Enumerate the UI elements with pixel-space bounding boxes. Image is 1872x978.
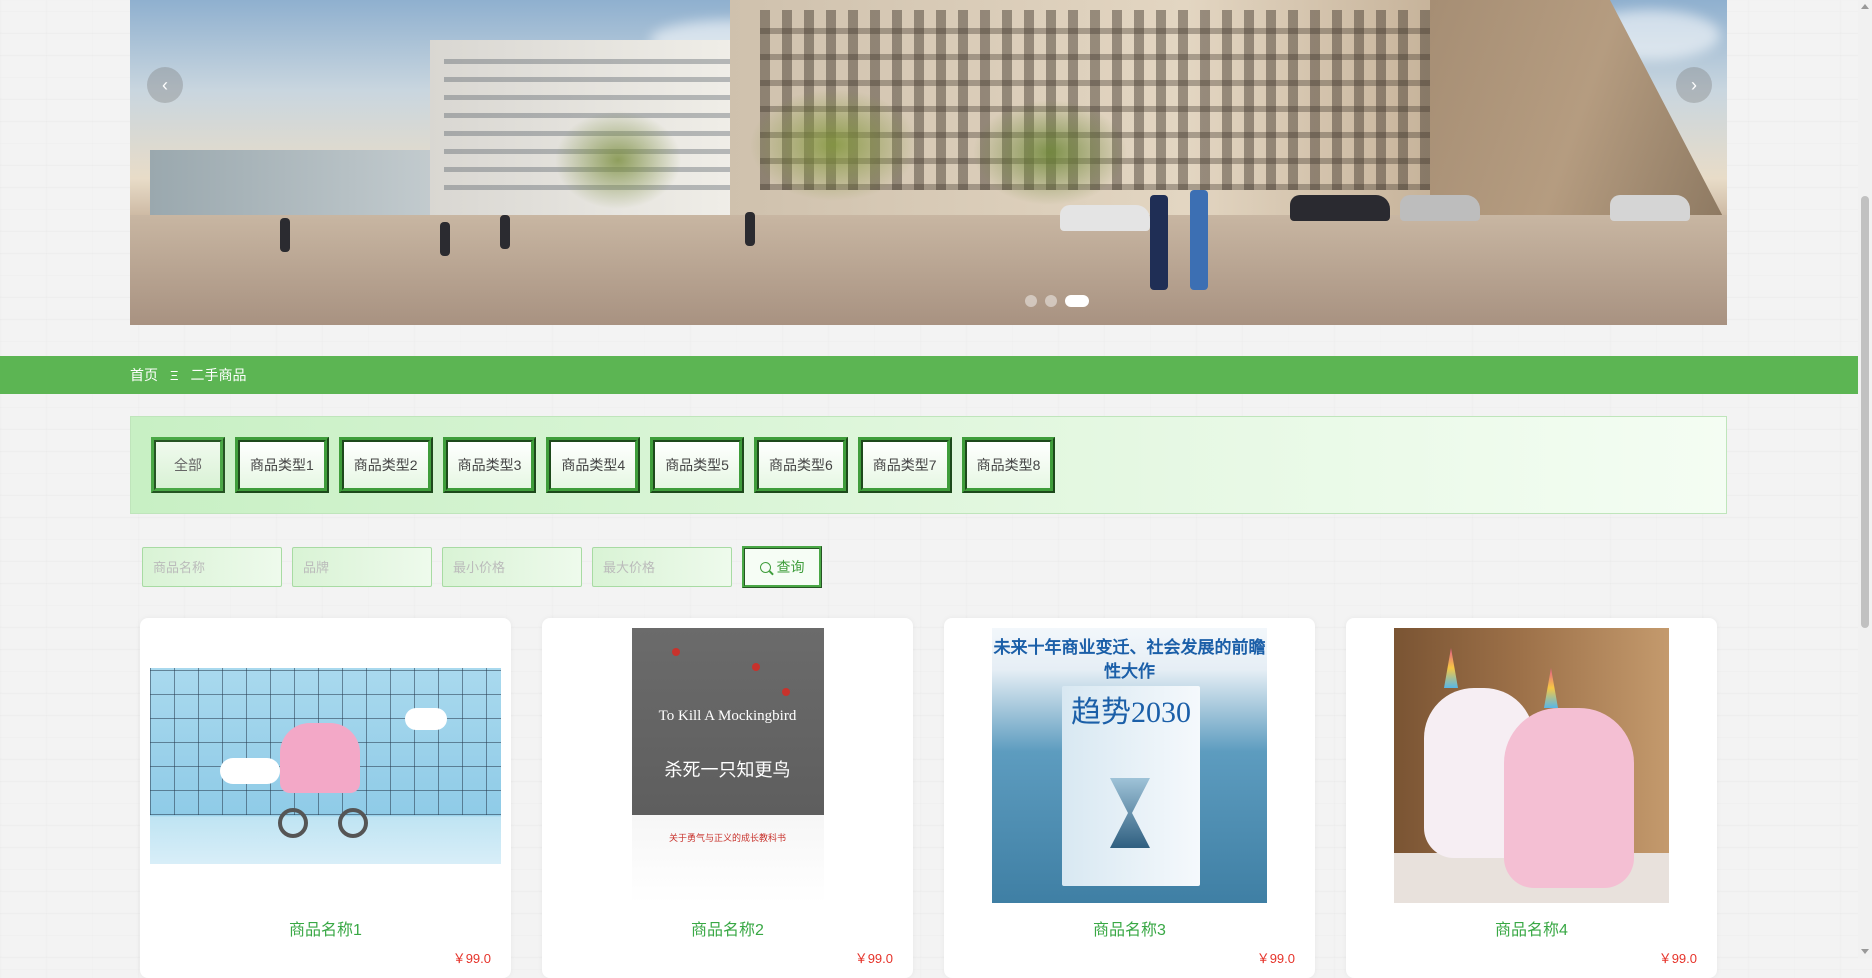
category-all-button[interactable]: 全部 bbox=[151, 437, 225, 493]
min-price-input[interactable] bbox=[442, 547, 582, 587]
wheel-shape bbox=[338, 807, 368, 838]
plaza-ground bbox=[130, 215, 1727, 325]
cloud-decoration bbox=[405, 707, 447, 730]
book-cover-note: 关于勇气与正义的成长教科书 bbox=[668, 833, 786, 843]
red-dot bbox=[671, 648, 680, 656]
breadcrumb-bar: 首页 Ξ 二手商品 bbox=[0, 356, 1858, 394]
breadcrumb-home-link[interactable]: 首页 bbox=[130, 365, 158, 385]
product-name[interactable]: 商品名称2 bbox=[542, 916, 913, 940]
product-card[interactable]: 商品名称4 ￥99.0 bbox=[1346, 618, 1717, 978]
product-name[interactable]: 商品名称4 bbox=[1346, 916, 1717, 940]
category-type6-button[interactable]: 商品类型6 bbox=[753, 437, 848, 493]
car bbox=[1060, 205, 1150, 231]
banner-carousel[interactable]: ‹ › bbox=[130, 0, 1727, 325]
category-type1-button[interactable]: 商品类型1 bbox=[235, 437, 329, 493]
carousel-next-button[interactable]: › bbox=[1676, 67, 1712, 103]
product-grid: 商品名称1 ￥99.0 To Kill A Mockingbird 杀死一只知更… bbox=[140, 618, 1717, 978]
search-button-label: 查询 bbox=[776, 559, 805, 575]
product-image[interactable] bbox=[1356, 628, 1707, 903]
horn-shape bbox=[1544, 668, 1558, 708]
category-type4-button[interactable]: 商品类型4 bbox=[546, 437, 641, 493]
category-filter-panel: 全部 商品类型1 商品类型2 商品类型3 商品类型4 商品类型5 商品类型6 商… bbox=[130, 416, 1727, 514]
product-card[interactable]: To Kill A Mockingbird 杀死一只知更鸟 关于勇气与正义的成长… bbox=[542, 618, 913, 978]
pink-unicorn-shape bbox=[1504, 708, 1634, 888]
book-cover-title: 趋势2030 bbox=[1071, 696, 1191, 729]
book-cover-title: To Kill A Mockingbird bbox=[658, 708, 797, 724]
car bbox=[1610, 195, 1690, 221]
category-type3-button[interactable]: 商品类型3 bbox=[442, 437, 537, 493]
carousel-dot[interactable] bbox=[1045, 295, 1057, 307]
carousel-dot[interactable] bbox=[1025, 295, 1037, 307]
chevron-right-icon: › bbox=[1691, 74, 1697, 95]
product-name[interactable]: 商品名称1 bbox=[140, 916, 511, 940]
baby-stroller-image bbox=[150, 667, 501, 864]
unicorn-plush-image bbox=[1394, 628, 1669, 903]
breadcrumb: 首页 Ξ 二手商品 bbox=[130, 365, 246, 385]
person bbox=[1150, 195, 1168, 290]
carousel-dot-active[interactable] bbox=[1065, 295, 1089, 307]
person bbox=[745, 212, 755, 246]
red-dot bbox=[751, 663, 760, 671]
product-image[interactable]: To Kill A Mockingbird 杀死一只知更鸟 关于勇气与正义的成长… bbox=[552, 628, 903, 903]
book-cover-headline: 未来十年商业变迁、社会发展的前瞻性大作 bbox=[993, 638, 1266, 681]
person bbox=[500, 215, 510, 249]
product-card[interactable]: 商品名称1 ￥99.0 bbox=[140, 618, 511, 978]
book-cover-image: 未来十年商业变迁、社会发展的前瞻性大作 趋势2030 bbox=[992, 628, 1267, 903]
chevron-left-icon: ‹ bbox=[162, 74, 168, 95]
category-type5-button[interactable]: 商品类型5 bbox=[650, 437, 744, 493]
category-type8-button[interactable]: 商品类型8 bbox=[961, 437, 1056, 493]
search-button[interactable]: 查询 bbox=[742, 546, 822, 588]
carousel-indicators bbox=[1025, 295, 1089, 307]
breadcrumb-current: 二手商品 bbox=[190, 367, 247, 383]
red-dot bbox=[781, 688, 790, 696]
person bbox=[1190, 190, 1208, 290]
building-far bbox=[150, 150, 450, 220]
product-name-input[interactable] bbox=[142, 547, 282, 587]
horn-shape bbox=[1444, 648, 1458, 688]
scrollbar-thumb[interactable] bbox=[1861, 196, 1869, 628]
wheel-shape bbox=[278, 807, 308, 838]
product-name[interactable]: 商品名称3 bbox=[944, 916, 1315, 940]
scroll-down-arrow-icon[interactable] bbox=[1861, 949, 1869, 954]
product-image[interactable]: 未来十年商业变迁、社会发展的前瞻性大作 趋势2030 bbox=[954, 628, 1305, 903]
carousel-prev-button[interactable]: ‹ bbox=[147, 67, 183, 103]
category-type2-button[interactable]: 商品类型2 bbox=[338, 437, 433, 493]
trees bbox=[510, 70, 1230, 220]
brand-input[interactable] bbox=[292, 547, 432, 587]
product-image[interactable] bbox=[150, 628, 501, 903]
car bbox=[1400, 195, 1480, 221]
book-cover-image: To Kill A Mockingbird 杀死一只知更鸟 关于勇气与正义的成长… bbox=[631, 628, 824, 903]
search-icon bbox=[759, 561, 771, 573]
book-cover-chinese-title: 杀死一只知更鸟 bbox=[664, 760, 791, 780]
breadcrumb-separator-icon: Ξ bbox=[170, 367, 179, 383]
person bbox=[440, 222, 450, 256]
product-card[interactable]: 未来十年商业变迁、社会发展的前瞻性大作 趋势2030 商品名称3 ￥99.0 bbox=[944, 618, 1315, 978]
cloud-decoration bbox=[220, 757, 280, 784]
stroller-shape bbox=[280, 722, 360, 793]
category-type7-button[interactable]: 商品类型7 bbox=[857, 437, 952, 493]
page-scrollbar[interactable] bbox=[1858, 0, 1872, 958]
car bbox=[1290, 195, 1390, 221]
max-price-input[interactable] bbox=[592, 547, 732, 587]
search-bar: 查询 bbox=[142, 546, 822, 588]
person bbox=[280, 218, 290, 252]
scroll-up-arrow-icon[interactable] bbox=[1861, 4, 1869, 9]
